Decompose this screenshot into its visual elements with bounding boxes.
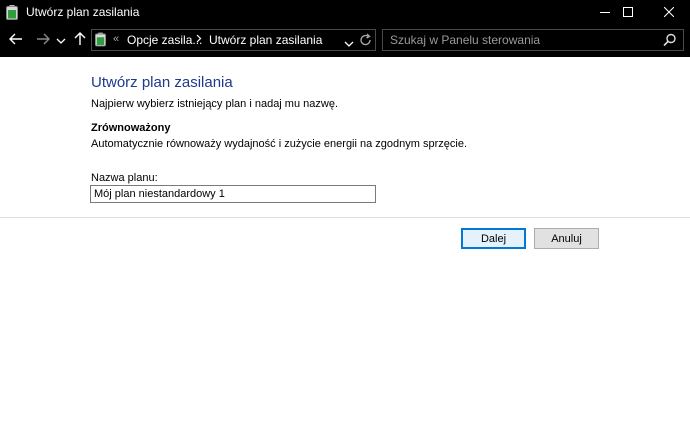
breadcrumb-item-create-plan[interactable]: Utwórz plan zasilania bbox=[209, 33, 322, 47]
maximize-icon bbox=[623, 4, 633, 22]
battery-icon bbox=[6, 5, 18, 25]
minimize-icon bbox=[600, 4, 610, 22]
breadcrumb-overflow-icon[interactable]: « bbox=[113, 33, 119, 45]
close-icon bbox=[663, 4, 675, 22]
forward-button[interactable] bbox=[33, 30, 53, 52]
breadcrumb-item-power-options[interactable]: Opcje zasila... bbox=[127, 33, 202, 47]
title-bar: Utwórz plan zasilania bbox=[0, 0, 690, 25]
battery-icon bbox=[95, 32, 106, 52]
address-bar[interactable]: « Opcje zasila... Utwórz plan zasilania bbox=[91, 29, 376, 51]
cancel-button[interactable]: Anuluj bbox=[534, 228, 599, 249]
intro-text: Najpierw wybierz istniejący plan i nadaj… bbox=[91, 98, 339, 110]
plan-name-input[interactable]: Mój plan niestandardowy 1 bbox=[90, 185, 376, 203]
chevron-down-icon bbox=[56, 32, 66, 50]
back-button[interactable] bbox=[6, 30, 26, 52]
maximize-button[interactable] bbox=[611, 0, 645, 25]
search-icon[interactable] bbox=[663, 33, 677, 52]
next-button[interactable]: Dalej bbox=[461, 228, 526, 249]
recent-locations-button[interactable] bbox=[54, 30, 68, 52]
search-placeholder: Szukaj w Panelu sterowania bbox=[390, 33, 541, 47]
plan-name-label: Nazwa planu: bbox=[91, 172, 158, 184]
forward-arrow-icon bbox=[36, 32, 50, 50]
up-arrow-icon bbox=[74, 31, 86, 51]
close-button[interactable] bbox=[652, 0, 686, 25]
window-title: Utwórz plan zasilania bbox=[26, 5, 140, 19]
chevron-down-icon[interactable] bbox=[344, 35, 354, 53]
navigation-bar: « Opcje zasila... Utwórz plan zasilania … bbox=[0, 25, 690, 57]
page-title: Utwórz plan zasilania bbox=[91, 74, 233, 91]
back-arrow-icon bbox=[9, 32, 23, 50]
selected-plan-name: Zrównoważony bbox=[91, 122, 171, 134]
up-button[interactable] bbox=[71, 30, 89, 52]
selected-plan-description: Automatycznie równoważy wydajność i zuży… bbox=[91, 138, 468, 150]
divider bbox=[0, 217, 690, 218]
refresh-icon[interactable] bbox=[359, 33, 372, 52]
search-box[interactable]: Szukaj w Panelu sterowania bbox=[382, 29, 684, 51]
breadcrumb-separator-icon bbox=[196, 32, 202, 47]
